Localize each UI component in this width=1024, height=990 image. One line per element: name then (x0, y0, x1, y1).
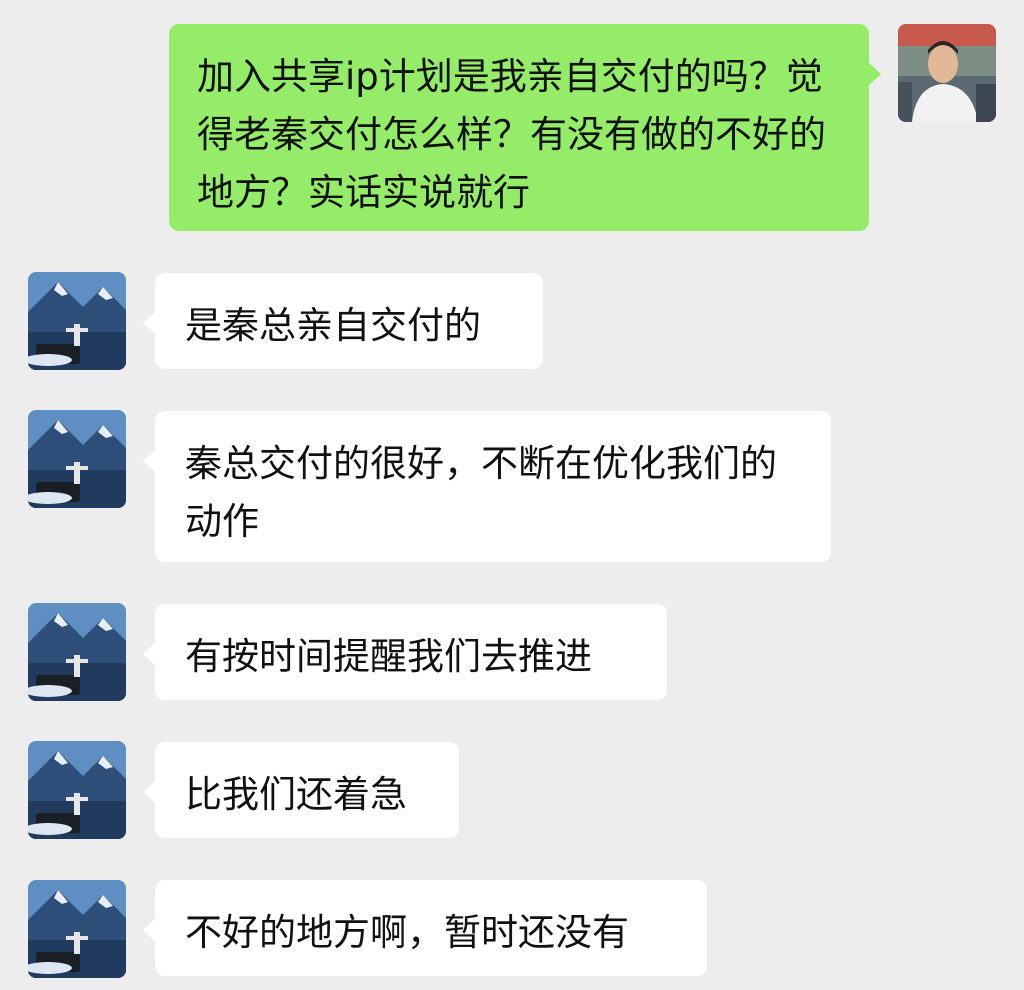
contact-avatar[interactable] (28, 880, 126, 978)
message-text: 是秦总亲自交付的 (185, 304, 481, 347)
my-avatar[interactable] (898, 24, 996, 122)
contact-avatar[interactable] (28, 272, 126, 370)
message-bubble-incoming[interactable]: 不好的地方啊，暂时还没有 (143, 880, 707, 976)
contact-avatar[interactable] (28, 410, 126, 508)
chat-view: 加入共享ip计划是我亲自交付的吗？觉得老秦交付怎么样？有没有做的不好的地方？实话… (0, 0, 1024, 990)
message-bubble-incoming[interactable]: 比我们还着急 (143, 742, 459, 838)
mountain-landscape-icon (28, 272, 126, 370)
message-text: 不好的地方啊，暂时还没有 (185, 911, 629, 954)
message-bubble-incoming[interactable]: 秦总交付的很好，不断在优化我们的动作 (143, 411, 831, 562)
message-bubble-incoming[interactable]: 是秦总亲自交付的 (143, 273, 543, 369)
message-bubble-outgoing[interactable]: 加入共享ip计划是我亲自交付的吗？觉得老秦交付怎么样？有没有做的不好的地方？实话… (169, 24, 881, 231)
contact-avatar[interactable] (28, 741, 126, 839)
message-text: 有按时间提醒我们去推进 (185, 635, 592, 678)
message-text: 比我们还着急 (185, 773, 407, 816)
mountain-landscape-icon (28, 741, 126, 839)
message-text: 秦总交付的很好，不断在优化我们的动作 (185, 442, 777, 543)
mountain-landscape-icon (28, 603, 126, 701)
mountain-landscape-icon (28, 880, 126, 978)
person-photo-icon (898, 24, 996, 122)
message-bubble-incoming[interactable]: 有按时间提醒我们去推进 (143, 604, 667, 700)
contact-avatar[interactable] (28, 603, 126, 701)
message-text: 加入共享ip计划是我亲自交付的吗？觉得老秦交付怎么样？有没有做的不好的地方？实话… (197, 55, 826, 214)
mountain-landscape-icon (28, 410, 126, 508)
